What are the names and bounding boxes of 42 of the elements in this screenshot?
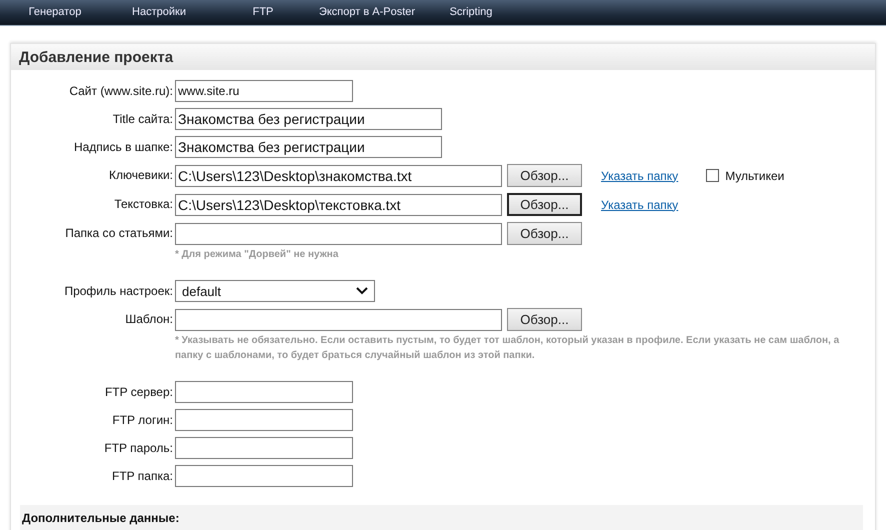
input-field[interactable] — [175, 437, 353, 459]
input-field[interactable]: Знакомства без регистрации — [175, 136, 442, 158]
nav-item[interactable]: Экспорт в A-Poster — [315, 0, 419, 25]
field-label: Ключевики: — [108, 167, 174, 184]
field-label: FTP сервер: — [104, 384, 174, 401]
checkbox[interactable] — [706, 169, 720, 182]
hint-text: * Указывать не обязательно. Если оставить пустым, то будет тот шаблон, который указан в профиле. Если указать не сам шаблон, а папку с шаблонами, то будет браться случайный шаблон из этой папки. — [175, 334, 840, 363]
field-label: Сайт (www.site.ru): — [68, 83, 174, 100]
field-label: Надпись в шапке: — [72, 139, 174, 156]
browse-button[interactable]: Обзор... — [507, 308, 582, 331]
section-title: Дополнительные данные: — [22, 511, 180, 525]
field-label: FTP папка: — [111, 468, 174, 485]
input-field[interactable] — [175, 465, 353, 487]
field-label: Шаблон: — [124, 311, 174, 328]
nav-item[interactable]: Настройки — [107, 0, 211, 25]
panel-title: Добавление проекта — [19, 48, 174, 66]
field-label: FTP логин: — [111, 412, 174, 429]
nav-item[interactable]: Генератор — [3, 0, 107, 25]
caret-icon — [356, 287, 368, 295]
nav-item[interactable]: FTP — [211, 0, 315, 25]
input-field[interactable] — [175, 308, 502, 330]
input-field[interactable] — [175, 381, 353, 403]
field-label: Папка со статьями: — [64, 225, 174, 242]
hint-text: * Для режима "Дорвей" не нужна — [175, 248, 340, 262]
browse-button[interactable]: Обзор... — [507, 222, 582, 245]
input-field[interactable] — [175, 222, 502, 244]
field-label: Текстовка: — [113, 196, 174, 213]
profile-dropdown[interactable]: default — [175, 280, 375, 302]
browse-button[interactable]: Обзор... — [507, 193, 582, 216]
browse-button[interactable]: Обзор... — [507, 164, 582, 187]
folder-link[interactable]: Указать папку — [601, 198, 678, 212]
folder-link[interactable]: Указать папку — [601, 168, 678, 182]
checkbox-label: Мультикеи — [725, 168, 784, 182]
input-field[interactable]: C:\Users\123\Desktop\знакомства.txt — [175, 164, 502, 186]
input-field[interactable] — [175, 409, 353, 431]
input-field[interactable]: Знакомства без регистрации — [175, 108, 442, 130]
field-label: Title сайта: — [112, 111, 174, 128]
nav-item[interactable]: Scripting — [419, 0, 523, 25]
field-label: Профиль настроек: — [63, 283, 174, 300]
input-field[interactable]: www.site.ru — [175, 80, 353, 102]
input-field[interactable]: C:\Users\123\Desktop\текстовка.txt — [175, 194, 502, 216]
field-label: FTP пароль: — [103, 440, 174, 457]
